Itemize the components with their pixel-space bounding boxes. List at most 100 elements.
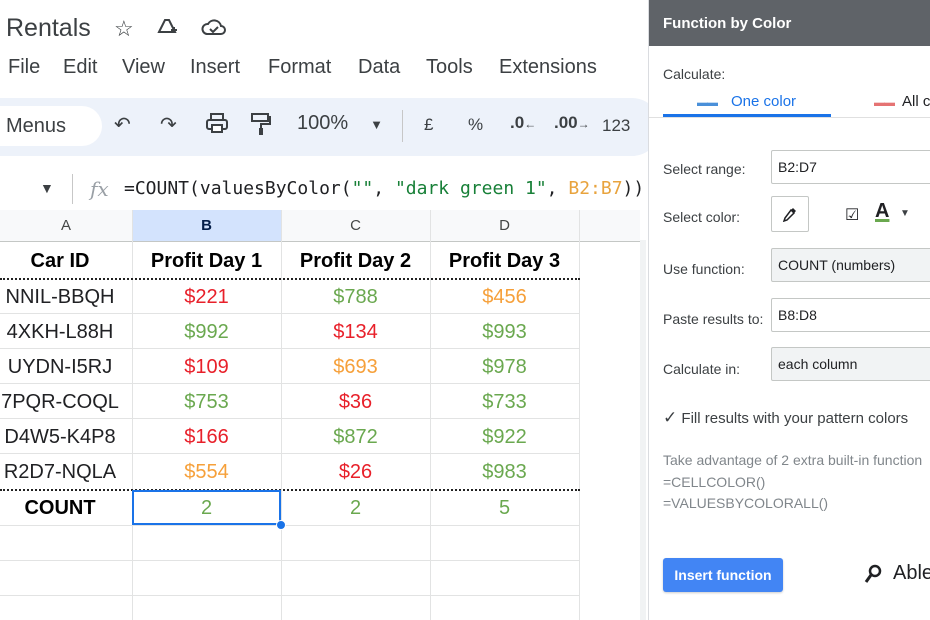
grid-line — [0, 595, 580, 596]
decrease-decimal-button[interactable]: .0← — [510, 113, 536, 133]
cell-profit[interactable]: $134 — [281, 315, 430, 350]
print-icon[interactable] — [205, 112, 229, 140]
cell-car-id[interactable]: R2D7-NQLA — [0, 455, 120, 490]
formula-arg-color: "dark green 1" — [394, 178, 547, 199]
paste-results-label: Paste results to: — [663, 311, 764, 327]
cell-profit[interactable]: $983 — [430, 455, 579, 490]
fx-icon: fx — [90, 177, 109, 201]
column-header-b[interactable]: B — [132, 210, 281, 242]
column-header-a[interactable]: A — [0, 210, 132, 242]
redo-icon[interactable]: ↷ — [160, 112, 177, 137]
cell-profit[interactable]: $978 — [430, 350, 579, 385]
header-cell-profit-day-3[interactable]: Profit Day 3 — [430, 244, 579, 279]
percent-format-button[interactable]: % — [468, 115, 483, 135]
font-color-checkbox[interactable]: ☑ — [845, 205, 859, 225]
menu-tools[interactable]: Tools — [426, 56, 473, 79]
column-header-d[interactable]: D — [430, 210, 579, 242]
cell-profit[interactable]: $166 — [132, 420, 281, 455]
function-by-color-panel: Function by Color Calculate: ▬▬ One color… — [648, 0, 930, 620]
cell-profit[interactable]: $26 — [281, 455, 430, 490]
cell-profit[interactable]: $992 — [132, 315, 281, 350]
cell-profit[interactable]: $693 — [281, 350, 430, 385]
cell-count-day-3[interactable]: 5 — [430, 491, 579, 526]
paint-format-icon[interactable] — [250, 112, 272, 142]
menu-view[interactable]: View — [122, 56, 165, 79]
formula-input[interactable]: =COUNT(valuesByColor("", "dark green 1",… — [124, 178, 644, 199]
cell-profit[interactable]: $922 — [430, 420, 579, 455]
cell-profit[interactable]: $554 — [132, 455, 281, 490]
cell-profit[interactable]: $788 — [281, 280, 430, 315]
eyedropper-icon — [782, 208, 796, 223]
more-formats-button[interactable]: 123 — [602, 116, 630, 136]
undo-icon[interactable]: ↶ — [114, 112, 131, 137]
info-function-cellcolor[interactable]: =CELLCOLOR() — [663, 474, 765, 490]
formula-suffix: )) — [622, 178, 645, 199]
document-title[interactable]: Rentals — [6, 14, 91, 43]
cell-count-label[interactable]: COUNT — [0, 491, 120, 526]
column-header-c[interactable]: C — [281, 210, 430, 242]
calculate-label: Calculate: — [663, 66, 726, 82]
increase-decimal-button[interactable]: .00→ — [554, 113, 590, 133]
cell-car-id[interactable]: 4XKH-L88H — [0, 315, 120, 350]
fill-results-checkbox[interactable]: ✓ Fill results with your pattern colors — [663, 408, 908, 428]
menu-insert[interactable]: Insert — [190, 56, 240, 79]
cell-car-id[interactable]: UYDN-I5RJ — [0, 350, 120, 385]
use-function-label: Use function: — [663, 261, 745, 277]
cell-car-id[interactable]: 7PQR-COQL — [0, 385, 120, 420]
tab-all-colors[interactable]: ▬▬ All co — [874, 93, 930, 110]
info-function-valuesbycolorall[interactable]: =VALUESBYCOLORALL() — [663, 495, 828, 511]
menu-extensions[interactable]: Extensions — [499, 56, 597, 79]
menu-format[interactable]: Format — [268, 56, 331, 79]
zoom-select[interactable]: 100% ▼ — [297, 112, 383, 135]
cell-profit[interactable]: $993 — [430, 315, 579, 350]
column-header-e[interactable] — [579, 210, 640, 242]
currency-format-button[interactable]: £ — [424, 115, 433, 135]
decrease-decimal-label: .0 — [510, 113, 525, 132]
header-cell-profit-day-2[interactable]: Profit Day 2 — [281, 244, 430, 279]
name-box-dropdown-icon[interactable]: ▼ — [40, 180, 54, 196]
paste-results-input[interactable]: B8:D8 — [771, 298, 930, 332]
tab-one-color[interactable]: ▬▬ One color — [697, 93, 796, 110]
fill-handle[interactable] — [276, 520, 286, 530]
insert-function-button[interactable]: Insert function — [663, 558, 783, 592]
cell-profit[interactable]: $733 — [430, 385, 579, 420]
menu-edit[interactable]: Edit — [63, 56, 97, 79]
tab-one-color-label: One color — [731, 93, 797, 110]
select-range-input[interactable]: B2:D7 — [771, 150, 930, 184]
eyedropper-button[interactable] — [771, 196, 809, 232]
cell-car-id[interactable]: D4W5-K4P8 — [0, 420, 120, 455]
formula-prefix: =COUNT(valuesByColor( — [124, 178, 352, 199]
star-icon[interactable]: ☆ — [114, 16, 134, 42]
spreadsheet-area: Rentals ☆ File Edit View Insert Format D… — [0, 0, 648, 620]
menus-label: Menus — [6, 115, 67, 137]
formula-arg-empty-string: "" — [351, 178, 374, 199]
menu-data[interactable]: Data — [358, 56, 400, 79]
panel-title: Function by Color — [663, 15, 792, 32]
cloud-status-icon[interactable] — [200, 16, 228, 44]
header-cell-car-id[interactable]: Car ID — [0, 244, 120, 279]
arrow-right-icon: → — [577, 117, 590, 131]
use-function-select[interactable]: COUNT (numbers) — [771, 248, 930, 282]
vertical-scrollbar[interactable] — [640, 240, 646, 620]
select-color-label: Select color: — [663, 209, 741, 225]
cell-profit[interactable]: $872 — [281, 420, 430, 455]
fill-results-label: Fill results with your pattern colors — [681, 410, 909, 427]
cell-count-day-2[interactable]: 2 — [281, 491, 430, 526]
calculate-in-select[interactable]: each column — [771, 347, 930, 381]
header-cell-profit-day-1[interactable]: Profit Day 1 — [132, 244, 281, 279]
grid-line — [0, 560, 580, 561]
chevron-down-icon[interactable]: ▼ — [900, 208, 910, 219]
font-color-icon[interactable]: A — [875, 200, 889, 223]
grid-line — [579, 210, 580, 620]
cell-car-id[interactable]: NNIL-BBQH — [0, 280, 120, 315]
cell-profit[interactable]: $109 — [132, 350, 281, 385]
tab-all-colors-label: All co — [902, 93, 930, 110]
cell-profit[interactable]: $36 — [281, 385, 430, 420]
menu-file[interactable]: File — [8, 56, 40, 79]
cell-profit[interactable]: $753 — [132, 385, 281, 420]
tab-divider — [649, 117, 930, 118]
cell-profit[interactable]: $221 — [132, 280, 281, 315]
cell-profit[interactable]: $456 — [430, 280, 579, 315]
formula-separator: , — [373, 178, 395, 199]
move-to-drive-icon[interactable] — [155, 16, 179, 44]
